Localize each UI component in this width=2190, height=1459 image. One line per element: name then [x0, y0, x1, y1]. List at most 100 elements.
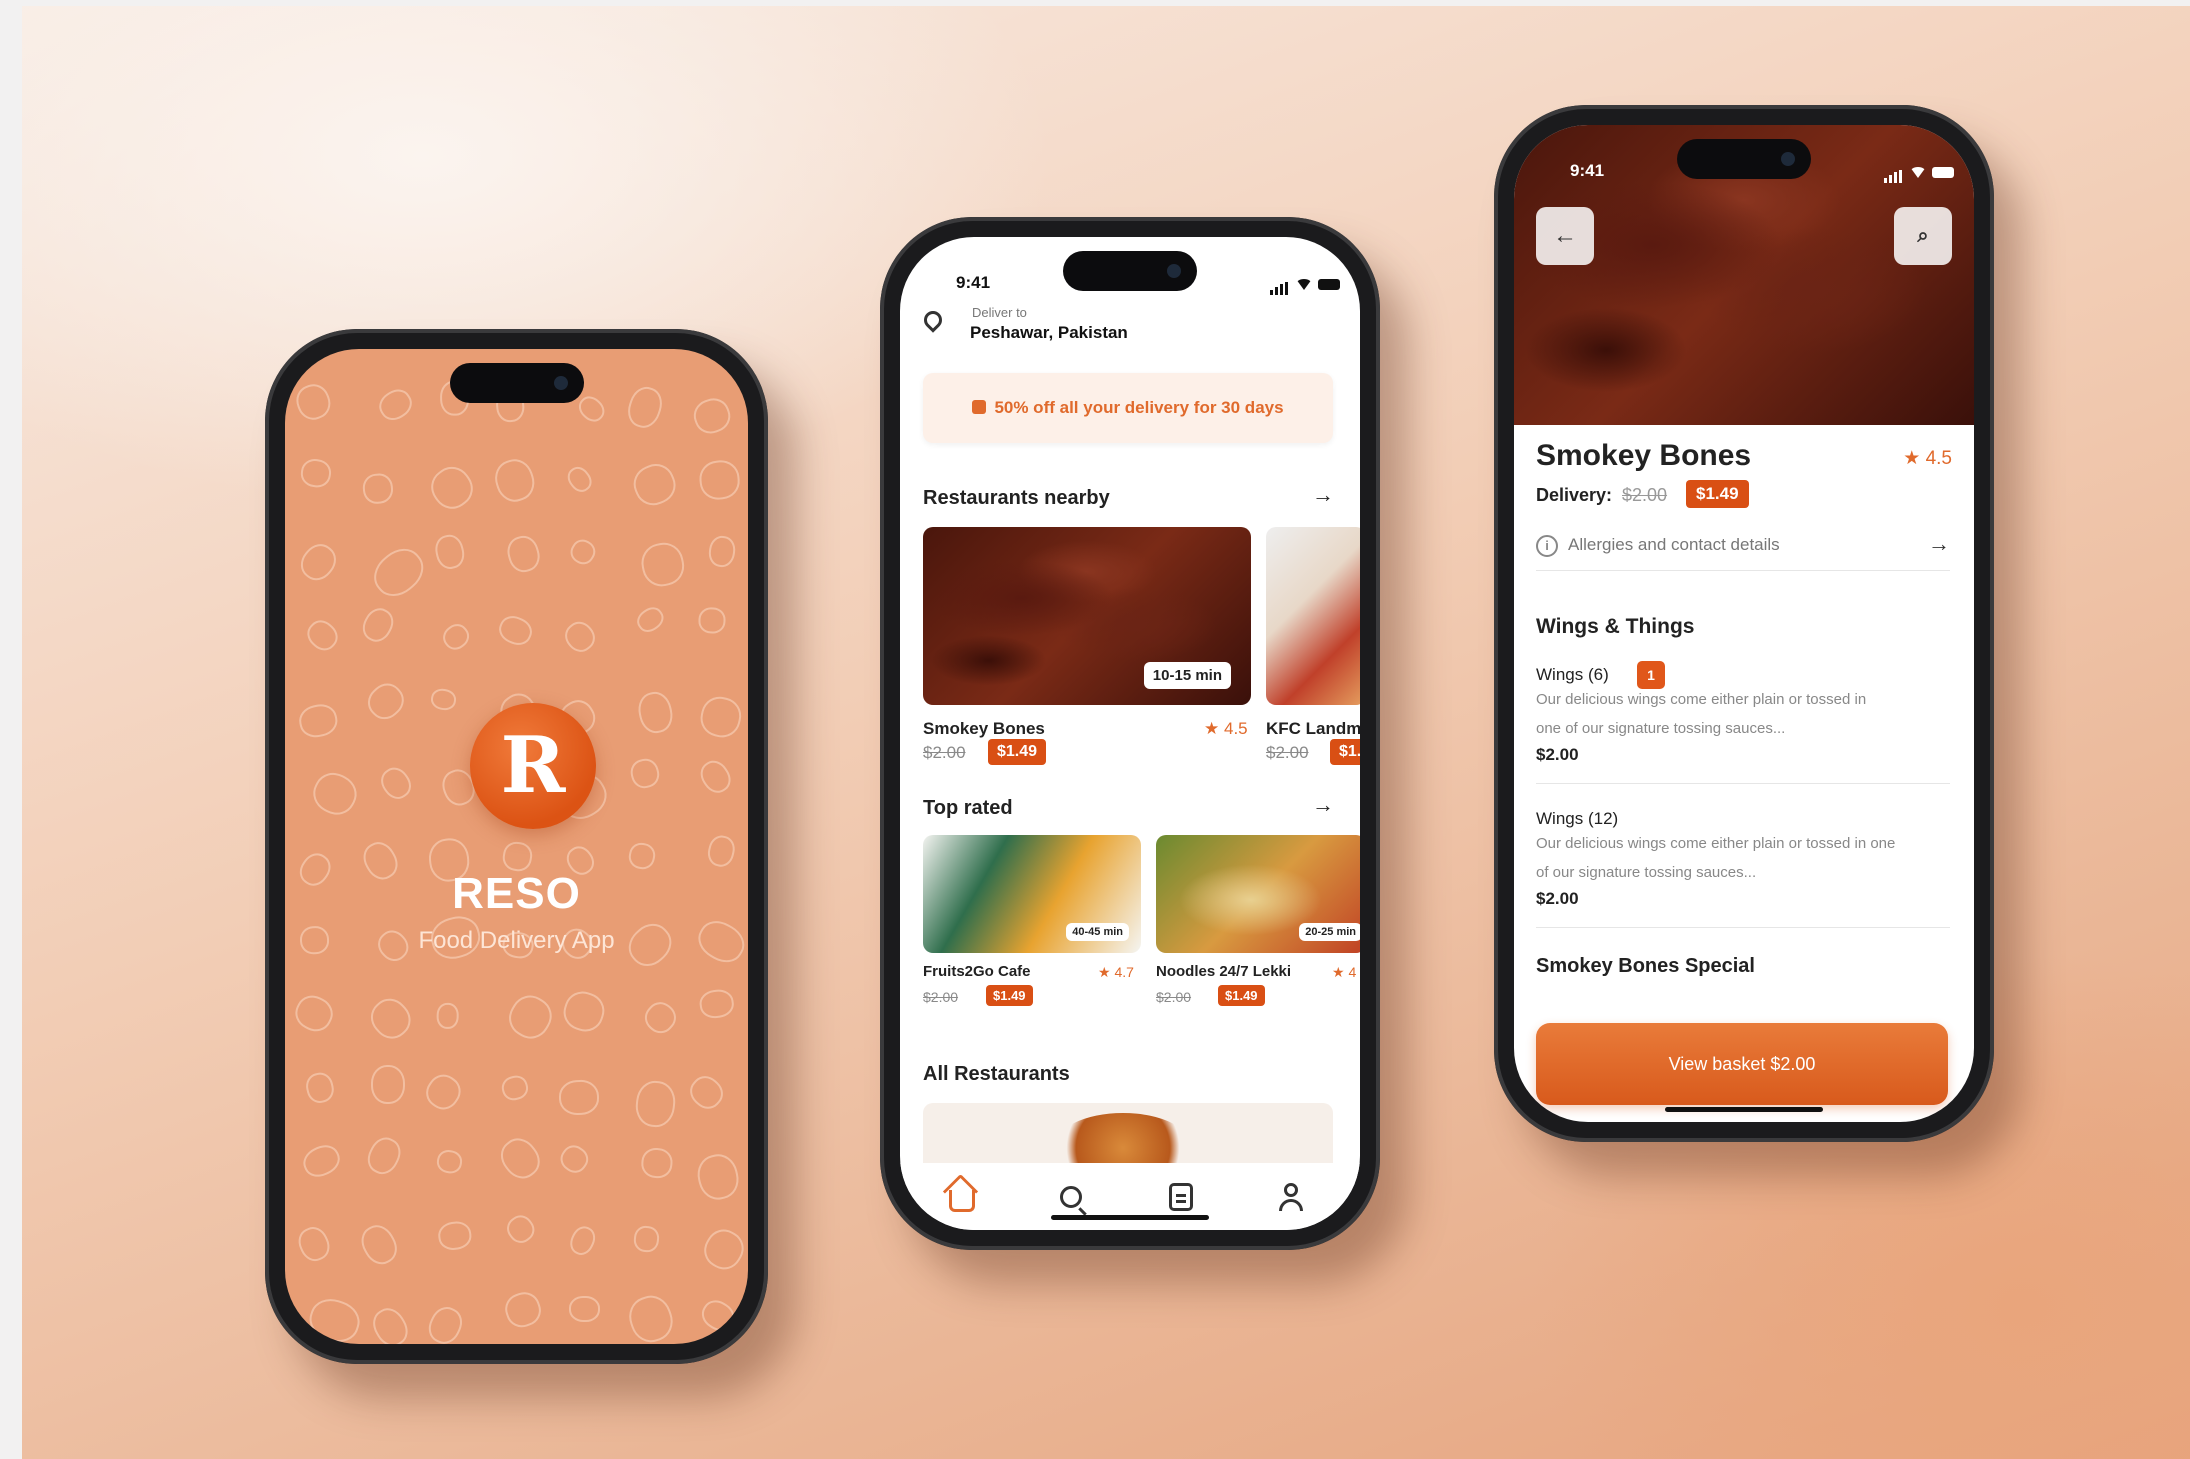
- deliver-location[interactable]: Peshawar, Pakistan: [970, 323, 1128, 343]
- doodle-shape: [569, 1295, 601, 1323]
- doodle-shape: [627, 458, 682, 512]
- doodle-shape: [438, 619, 474, 655]
- doodle-shape: [362, 1133, 406, 1180]
- restaurant-rating: ★ 4.5: [1903, 448, 1952, 469]
- search-icon[interactable]: ⌕: [1894, 207, 1952, 265]
- doodle-shape: [494, 1131, 547, 1185]
- doodle-shape: [563, 462, 597, 496]
- doodle-shape: [573, 392, 609, 428]
- doodle-shape: [558, 1079, 600, 1116]
- menu-item-description: Our delicious wings come either plain or…: [1536, 691, 1867, 737]
- signal-icon: [1884, 178, 1887, 183]
- doodle-shape: [304, 1293, 365, 1344]
- doodle-shape: [566, 535, 600, 569]
- promo-banner[interactable]: 50% off all your delivery for 30 days: [923, 373, 1333, 443]
- status-time: 9:41: [1570, 161, 1605, 180]
- old-delivery-price: $2.00: [1266, 743, 1309, 762]
- restaurant-name[interactable]: Noodles 24/7 Lekki: [1156, 963, 1291, 980]
- doodle-shape: [502, 988, 559, 1045]
- view-basket-button[interactable]: View basket $2.00: [1536, 1023, 1948, 1105]
- nav-home-icon[interactable]: [944, 1179, 980, 1215]
- old-delivery-price: $2.00: [923, 989, 959, 1005]
- doodle-shape: [640, 1146, 674, 1180]
- restaurant-name[interactable]: Fruits2Go Cafe: [923, 963, 1031, 980]
- restaurant-name[interactable]: Smokey Bones: [923, 719, 1045, 739]
- promo-text: 50% off all your delivery for 30 days: [994, 398, 1284, 417]
- restaurant-card-image[interactable]: 40-45 min: [923, 835, 1141, 953]
- doodle-shape: [689, 393, 736, 438]
- menu-item-name[interactable]: Wings (12): [1536, 809, 1618, 829]
- doodle-shape: [361, 471, 394, 505]
- restaurant-card-image[interactable]: [1266, 527, 1360, 705]
- doodle-shape: [435, 1003, 459, 1030]
- doodle-shape: [694, 754, 736, 798]
- allergies-row[interactable]: i Allergies and contact details →: [1536, 531, 1950, 571]
- doodle-shape: [436, 1219, 474, 1252]
- doodle-shape: [370, 1064, 406, 1104]
- nearby-arrow-icon[interactable]: →: [1312, 482, 1334, 508]
- nav-orders-icon[interactable]: [1163, 1179, 1199, 1215]
- restaurant-rating: ★ 4.7: [1098, 964, 1134, 980]
- doodle-shape: [361, 676, 411, 726]
- nav-profile-icon[interactable]: [1273, 1179, 1309, 1215]
- doodle-shape: [632, 1224, 660, 1253]
- menu-item-name[interactable]: Wings (6): [1536, 665, 1609, 685]
- doodle-shape: [634, 1079, 678, 1130]
- logo-letter: R: [500, 720, 566, 811]
- doodle-shape: [638, 538, 689, 590]
- allergies-label: Allergies and contact details: [1568, 535, 1780, 554]
- doodle-shape: [627, 840, 658, 871]
- restaurant-name[interactable]: KFC Landm: [1266, 719, 1360, 739]
- menu-item-price: $2.00: [1536, 889, 1579, 908]
- doodle-shape: [704, 833, 738, 869]
- star-icon: ★: [1204, 719, 1220, 738]
- doodle-shape: [501, 839, 534, 873]
- discount-price-badge: $1.: [1330, 739, 1360, 765]
- doodle-shape: [423, 1302, 468, 1344]
- deliver-to-label: Deliver to: [972, 305, 1027, 320]
- doodle-shape: [296, 700, 340, 740]
- doodle-shape: [698, 607, 727, 635]
- doodle-shape: [435, 1147, 464, 1175]
- dynamic-island: [1063, 251, 1197, 291]
- doodle-shape: [501, 1288, 545, 1332]
- doodle-shape: [502, 1211, 540, 1248]
- menu-item-price: $2.00: [1536, 745, 1579, 764]
- doodle-shape: [490, 454, 540, 507]
- doodle-shape: [363, 991, 418, 1047]
- restaurant-card-image[interactable]: 20-25 min: [1156, 835, 1360, 953]
- phone-detail: 9:41 ← ⌕ Smokey Bones ★ 4.5 Delivery: $2…: [1494, 105, 1994, 1142]
- menu-item-description: Our delicious wings come either plain or…: [1536, 835, 1896, 881]
- divider: [1536, 927, 1950, 928]
- home-indicator: [1665, 1107, 1823, 1112]
- doodle-shape: [559, 616, 601, 658]
- back-arrow-icon[interactable]: ←: [1536, 207, 1594, 265]
- restaurant-card-image[interactable]: 10-15 min: [923, 527, 1251, 705]
- doodle-shape: [292, 379, 336, 425]
- doodle-shape: [357, 603, 400, 647]
- app-tagline: Food Delivery App: [418, 927, 615, 954]
- discount-price-badge: $1.49: [986, 985, 1033, 1006]
- doodle-shape: [294, 1222, 335, 1266]
- all-restaurants-card-image[interactable]: [923, 1103, 1333, 1163]
- wifi-icon: [1910, 167, 1926, 178]
- section-title-nearby: Restaurants nearby: [923, 487, 1110, 509]
- section-title-all: All Restaurants: [923, 1063, 1070, 1085]
- nav-search-icon[interactable]: [1053, 1179, 1089, 1215]
- top-rated-arrow-icon[interactable]: →: [1312, 792, 1334, 818]
- doodle-shape: [301, 615, 343, 656]
- doodle-shape: [503, 532, 544, 576]
- old-delivery-price: $2.00: [1156, 989, 1192, 1005]
- doodle-shape: [298, 1139, 345, 1182]
- star-icon: ★: [1098, 964, 1111, 980]
- doodle-shape: [373, 384, 417, 426]
- app-logo: R: [470, 703, 596, 829]
- doodle-shape: [494, 611, 536, 650]
- detail-screen: 9:41 ← ⌕ Smokey Bones ★ 4.5 Delivery: $2…: [1514, 125, 1974, 1122]
- star-icon: ★: [1903, 448, 1921, 469]
- discount-price-badge: $1.49: [1218, 985, 1265, 1006]
- doodle-shape: [298, 457, 333, 490]
- delivery-old-price: $2.00: [1622, 485, 1668, 505]
- doodle-shape: [365, 539, 433, 605]
- delivery-new-price-badge: $1.49: [1686, 480, 1749, 508]
